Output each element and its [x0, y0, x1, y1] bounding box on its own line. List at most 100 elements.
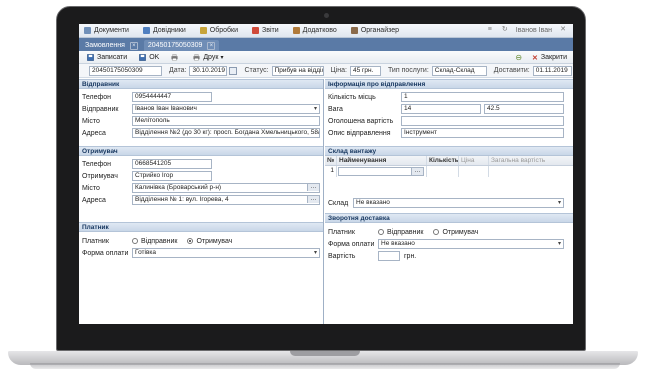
receiver-city-label: Місто [82, 184, 100, 192]
warehouse-select[interactable]: Не вказано [353, 198, 564, 208]
user-name[interactable]: Іванов Іван [516, 27, 552, 34]
printer-icon [171, 53, 178, 61]
description-field[interactable]: Інструмент [401, 128, 564, 138]
receiver-name-label: Отримувач [82, 172, 118, 180]
menu-item-directories[interactable]: Довідники [142, 27, 186, 34]
menu-right: ≡ ↻ Іванов Іван ✕ [486, 26, 567, 34]
tab-close-icon[interactable]: × [129, 41, 138, 50]
refresh-icon[interactable]: ↻ [501, 26, 509, 34]
chevron-down-icon: ▾ [220, 54, 224, 61]
ok-button[interactable]: OK [139, 54, 159, 61]
payer-section-title: Платник [79, 222, 323, 232]
menu-item-reports[interactable]: Звіти [252, 27, 279, 34]
radio-icon [132, 238, 138, 244]
menu-item-documents[interactable]: Документи [84, 27, 129, 34]
payer-radio-sender[interactable]: Відправник [132, 238, 177, 245]
status-field[interactable]: Прибув на відділ [271, 65, 324, 76]
cargo-grid-header: № Найменування Кількість Ціна Загальна в… [325, 156, 573, 166]
sender-section-title: Відправник [79, 79, 323, 89]
toolbar-right: ⊖ ✕ Закрити [515, 53, 567, 62]
cell-number: 1 [325, 166, 337, 177]
receiver-phone-label: Телефон [82, 160, 112, 168]
left-column: Відправник Телефон 0954444447 Відправник І… [79, 79, 324, 324]
close-app-icon[interactable]: ✕ [559, 26, 567, 34]
menu-item-extra[interactable]: Додатково [292, 27, 337, 34]
cell-price [459, 166, 489, 177]
tab-bar: Замовлення × 20450175050309 × [79, 38, 573, 51]
save-button[interactable]: Записати [87, 54, 127, 61]
col-total: Загальна вартість [491, 157, 546, 164]
declared-value-field[interactable] [401, 116, 564, 126]
right-column: Інформація про відправлення Кількість мі… [325, 79, 573, 324]
declared-value-label: Оголошена вартість [328, 117, 394, 125]
date-field[interactable]: 30.10.2019 [189, 65, 228, 76]
volume-weight-field[interactable]: 42.5 [484, 104, 564, 114]
receiver-address-field[interactable]: Відділення № 1: вул. Ігорева, 4 [132, 195, 320, 205]
receiver-section-title: Отримувач [79, 146, 323, 156]
sender-name-select[interactable]: Іванов Іван Іванович [132, 104, 320, 114]
toolbar: Записати OK Друк ▾ ⊖ ✕ Закрити [79, 51, 573, 64]
cell-name[interactable] [337, 166, 427, 177]
col-name: Найменування [337, 156, 427, 165]
sender-city-field[interactable]: Мелітополь [132, 116, 320, 126]
cargo-name-input[interactable] [338, 167, 424, 176]
return-payer-radio-sender[interactable]: Відправник [378, 229, 423, 236]
doc-number-field[interactable]: 20450175050309 [89, 65, 162, 76]
help-icon[interactable]: ⊖ [515, 53, 522, 62]
menu-icon[interactable]: ≡ [486, 26, 494, 34]
return-payer-label: Платник [328, 228, 355, 236]
return-payer-radio-receiver[interactable]: Отримувач [433, 229, 478, 236]
radio-checked-icon [187, 238, 194, 244]
cell-total [489, 166, 573, 177]
payment-form-select[interactable]: Готівка [132, 248, 320, 258]
weight-field[interactable]: 14 [401, 104, 481, 114]
table-row[interactable]: 1 [325, 166, 573, 177]
menu-item-processing[interactable]: Обробки [199, 27, 238, 34]
shipment-info-title: Інформація про відправлення [325, 79, 573, 89]
app-window: Документи Довідники Обробки Звіти Додатк… [79, 24, 573, 324]
receiver-name-field[interactable]: Стрийко Ігор [132, 171, 212, 181]
price-label: Ціна: [330, 67, 347, 74]
receiver-city-field[interactable]: Калинівка (Броварський р-н) [132, 183, 320, 193]
service-field[interactable]: Склад-Склад [431, 65, 487, 76]
close-button[interactable]: ✕ Закрити [532, 54, 567, 62]
weight-label: Вага [328, 105, 343, 113]
menu-item-organizer[interactable]: Органайзер [350, 27, 399, 34]
reports-icon [252, 27, 260, 34]
organizer-icon [350, 27, 358, 34]
tab-close-icon[interactable]: × [207, 41, 216, 50]
sender-phone-label: Телефон [82, 93, 112, 101]
tab-order-doc[interactable]: 20450175050309 × [143, 40, 220, 51]
sender-address-field[interactable]: Відділення №2 (до 30 кг): просп. Богдана… [132, 128, 320, 138]
currency-label: грн. [404, 252, 417, 260]
sender-phone-field[interactable]: 0954444447 [132, 92, 212, 102]
directories-icon [142, 27, 150, 34]
cargo-grid-empty [325, 177, 573, 197]
print-preview-button[interactable] [171, 53, 181, 61]
payer-radio-receiver[interactable]: Отримувач [187, 238, 232, 245]
price-field[interactable]: 45 грн. [349, 65, 381, 76]
save-icon [87, 53, 94, 61]
laptop-shadow [30, 363, 620, 369]
tab-orders[interactable]: Замовлення × [81, 40, 142, 51]
ok-icon [139, 53, 147, 61]
processing-icon [199, 27, 207, 34]
return-payment-form-select[interactable]: Не вказано [378, 239, 564, 249]
payment-form-label: Форма оплати [82, 249, 129, 257]
calendar-icon[interactable] [229, 66, 238, 75]
close-icon: ✕ [532, 54, 538, 62]
payer-label: Платник [82, 237, 109, 245]
return-payment-form-label: Форма оплати [328, 240, 375, 248]
receiver-phone-field[interactable]: 0668541205 [132, 159, 212, 169]
return-cost-label: Вартість [328, 252, 356, 260]
print-button[interactable]: Друк ▾ [193, 54, 223, 61]
sender-name-label: Відправник [82, 105, 119, 113]
places-field[interactable]: 1 [401, 92, 564, 102]
cell-qty [427, 166, 459, 177]
service-label: Тип послуги: [387, 67, 429, 74]
col-qty: Кількість [429, 156, 459, 165]
return-cost-field[interactable] [378, 251, 400, 261]
places-label: Кількість місць [328, 93, 376, 101]
delivery-date-field[interactable]: 01.11.2019 [532, 65, 572, 76]
printer-icon [193, 53, 200, 61]
